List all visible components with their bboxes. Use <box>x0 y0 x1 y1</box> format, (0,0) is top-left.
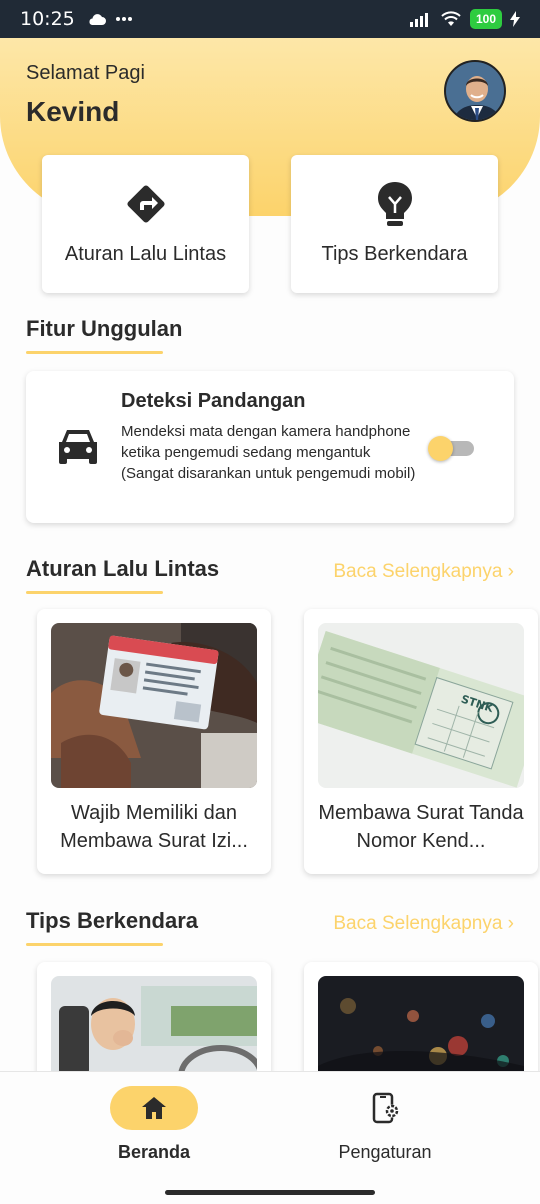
traffic-rules-section-title: Aturan Lalu Lintas <box>26 556 220 581</box>
traffic-rules-underline <box>26 591 163 594</box>
article-title: Membawa Surat Tanda Nomor Kend... <box>318 802 524 852</box>
cloud-icon <box>89 14 106 25</box>
nav-home[interactable]: Beranda <box>74 1086 234 1163</box>
bottom-navigation: Beranda Pengaturan <box>0 1071 540 1204</box>
eye-detection-title: Deteksi Pandangan <box>121 390 306 412</box>
status-bar: 10:25 100 <box>0 0 540 38</box>
directions-icon <box>126 185 165 223</box>
article-card-stnk[interactable]: STNK Membawa Surat Tanda Nomor Kend... <box>304 609 538 874</box>
quick-driving-tips[interactable]: Tips Berkendara <box>291 155 498 293</box>
featured-underline <box>26 351 163 354</box>
article-image-stnk: STNK <box>318 623 524 788</box>
license-photo <box>51 623 257 788</box>
eye-detection-toggle[interactable] <box>428 436 474 461</box>
traffic-rules-read-more[interactable]: Baca Selengkapnya › <box>333 561 514 583</box>
eye-detection-description: Mendeksi mata dengan kamera handphone ke… <box>121 423 416 482</box>
nav-settings-label: Pengaturan <box>338 1142 432 1162</box>
article-title: Wajib Memiliki dan Membawa Surat Izi... <box>60 802 248 852</box>
chevron-right-icon: › <box>507 913 514 934</box>
featured-section-title: Fitur Unggulan <box>26 316 183 341</box>
charging-icon <box>510 11 520 27</box>
wifi-icon <box>441 11 461 26</box>
home-screen: 10:25 100 Selamat Pagi Kevind Aturan Lal… <box>0 0 540 1204</box>
avatar[interactable] <box>444 60 506 122</box>
article-card-sim[interactable]: Wajib Memiliki dan Membawa Surat Izi... <box>37 609 271 874</box>
tips-section-title: Tips Berkendara <box>26 908 199 933</box>
home-icon <box>142 1097 166 1119</box>
nav-settings[interactable]: Pengaturan <box>305 1086 465 1163</box>
settings-phone-icon <box>372 1092 399 1124</box>
nav-home-label: Beranda <box>117 1142 191 1162</box>
tips-read-more[interactable]: Baca Selengkapnya › <box>333 913 514 935</box>
stnk-photo: STNK <box>318 623 524 788</box>
greeting-text: Selamat Pagi <box>26 62 145 84</box>
quick-driving-tips-label: Tips Berkendara <box>321 243 468 265</box>
quick-traffic-rules-label: Aturan Lalu Lintas <box>64 243 227 265</box>
username: Kevind <box>26 96 120 127</box>
quick-traffic-rules[interactable]: Aturan Lalu Lintas <box>42 155 249 293</box>
lightbulb-icon <box>377 182 412 226</box>
eye-detection-card[interactable]: Deteksi Pandangan Mendeksi mata dengan k… <box>26 371 514 523</box>
battery-indicator: 100 <box>469 9 502 29</box>
tips-underline <box>26 943 163 946</box>
car-icon <box>59 430 97 464</box>
chevron-right-icon: › <box>507 561 514 582</box>
home-indicator[interactable] <box>165 1190 375 1195</box>
signal-icon <box>409 13 428 27</box>
more-icon <box>115 17 132 21</box>
status-time: 10:25 <box>20 8 75 30</box>
article-image-license <box>51 623 257 788</box>
